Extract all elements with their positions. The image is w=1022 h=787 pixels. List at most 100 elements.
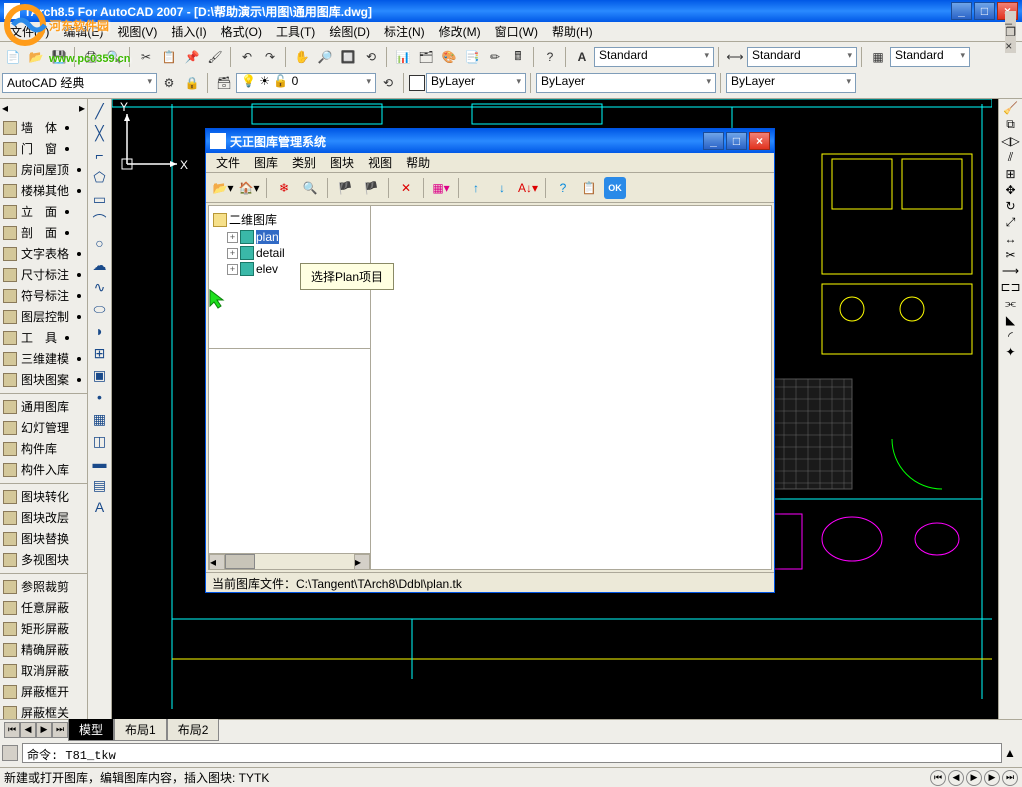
gradient-tool[interactable]: ◫ bbox=[90, 431, 110, 451]
dlg-menu-library[interactable]: 图库 bbox=[248, 152, 284, 173]
pline-tool[interactable]: ⌐ bbox=[90, 145, 110, 165]
panel-item[interactable]: 取消屏蔽 bbox=[0, 660, 87, 681]
dlg-help-button[interactable]: ? bbox=[552, 177, 574, 199]
dlg-menu-category[interactable]: 类别 bbox=[286, 152, 322, 173]
dlg-home-button[interactable]: 🏠▾ bbox=[238, 177, 260, 199]
nav-prev-button[interactable]: ◀ bbox=[948, 770, 964, 786]
menu-tools[interactable]: 工具(T) bbox=[270, 21, 321, 42]
panel-item[interactable]: 图层控制 bbox=[0, 306, 87, 327]
rotate-tool[interactable]: ↻ bbox=[1005, 199, 1015, 213]
tab-last-button[interactable]: ⏭ bbox=[52, 722, 68, 738]
polygon-tool[interactable]: ⬠ bbox=[90, 167, 110, 187]
point-tool[interactable]: • bbox=[90, 387, 110, 407]
dlg-menu-block[interactable]: 图块 bbox=[324, 152, 360, 173]
fillet-tool[interactable]: ◜ bbox=[1008, 329, 1013, 343]
dlg-menu-file[interactable]: 文件 bbox=[210, 152, 246, 173]
ellipsearc-tool[interactable]: ◗ bbox=[90, 321, 110, 341]
nav-play-button[interactable]: ▶ bbox=[966, 770, 982, 786]
panel-item[interactable]: 通用图库 bbox=[0, 396, 87, 417]
tree-item-detail[interactable]: + detail bbox=[213, 245, 366, 261]
panel-item[interactable]: 图块图案 bbox=[0, 369, 87, 390]
layer-dropdown[interactable]: 💡 ☀ 🔓 0 bbox=[236, 73, 376, 93]
sheetset-button[interactable]: 📑 bbox=[461, 46, 483, 68]
insert-tool[interactable]: ⊞ bbox=[90, 343, 110, 363]
array-tool[interactable]: ⊞ bbox=[1005, 167, 1015, 181]
dlg-sort-button[interactable]: A↓▾ bbox=[517, 177, 539, 199]
tree-root[interactable]: 二维图库 bbox=[213, 210, 366, 229]
tree-item-plan[interactable]: + plan bbox=[213, 229, 366, 245]
pan-button[interactable]: ✋ bbox=[291, 46, 313, 68]
nav-last-button[interactable]: ⏭ bbox=[1002, 770, 1018, 786]
linetype-dropdown[interactable]: ByLayer bbox=[536, 73, 716, 93]
nav-first-button[interactable]: ⏮ bbox=[930, 770, 946, 786]
dlg-flag1-button[interactable]: 🏴 bbox=[334, 177, 356, 199]
dialog-close-button[interactable]: × bbox=[749, 132, 770, 150]
table-tool[interactable]: ▤ bbox=[90, 475, 110, 495]
panel-item[interactable]: 立 面 bbox=[0, 201, 87, 222]
paste-button[interactable]: 📌 bbox=[181, 46, 203, 68]
tablestyle-btn[interactable]: ▦ bbox=[867, 46, 889, 68]
zoomwin-button[interactable]: 🔲 bbox=[337, 46, 359, 68]
toolpal-button[interactable]: 🎨 bbox=[438, 46, 460, 68]
dialog-minimize-button[interactable]: _ bbox=[703, 132, 724, 150]
menu-dimension[interactable]: 标注(N) bbox=[378, 21, 431, 42]
dimstyle-dropdown[interactable]: Standard bbox=[747, 47, 857, 67]
break-tool[interactable]: ⊏⊐ bbox=[1000, 280, 1020, 294]
expand-button[interactable]: + bbox=[227, 264, 238, 275]
dlg-up-button[interactable]: ↑ bbox=[465, 177, 487, 199]
dlg-grid-button[interactable]: ▦▾ bbox=[430, 177, 452, 199]
panel-item[interactable]: 多视图块 bbox=[0, 549, 87, 570]
explode-tool[interactable]: ✦ bbox=[1005, 345, 1015, 359]
trim-tool[interactable]: ✂ bbox=[1005, 248, 1015, 262]
panel-item[interactable]: 符号标注 bbox=[0, 285, 87, 306]
panel-item[interactable]: 任意屏蔽 bbox=[0, 597, 87, 618]
panel-item[interactable]: 墙 体 bbox=[0, 117, 87, 138]
help-button[interactable]: ? bbox=[539, 46, 561, 68]
calc-button[interactable]: 🖩 bbox=[507, 46, 529, 68]
tab-model[interactable]: 模型 bbox=[68, 719, 114, 741]
layerprev-button[interactable]: ⟲ bbox=[377, 72, 399, 94]
panel-item[interactable]: 屏蔽框开 bbox=[0, 681, 87, 702]
circle-tool[interactable]: ○ bbox=[90, 233, 110, 253]
print-button[interactable]: 🖨 bbox=[80, 46, 102, 68]
cut-button[interactable]: ✂ bbox=[135, 46, 157, 68]
ws-save-button[interactable]: 🔒 bbox=[181, 72, 203, 94]
undo-button[interactable]: ↶ bbox=[236, 46, 258, 68]
dlg-find-button[interactable]: 🔍 bbox=[299, 177, 321, 199]
dlg-menu-view[interactable]: 视图 bbox=[362, 152, 398, 173]
minimize-button[interactable]: _ bbox=[951, 2, 972, 20]
doc-close-button[interactable]: × bbox=[1005, 39, 1016, 53]
panel-item[interactable]: 房间屋顶 bbox=[0, 159, 87, 180]
spline-tool[interactable]: ∿ bbox=[90, 277, 110, 297]
dcenter-button[interactable]: 🗂 bbox=[415, 46, 437, 68]
panel-item[interactable]: 工 具 bbox=[0, 327, 87, 348]
menu-file[interactable]: 文件(F) bbox=[4, 21, 55, 42]
block-preview-pane[interactable] bbox=[371, 206, 771, 569]
menu-format[interactable]: 格式(O) bbox=[215, 21, 268, 42]
mtext-tool[interactable]: A bbox=[90, 497, 110, 517]
menu-help[interactable]: 帮助(H) bbox=[546, 21, 599, 42]
tab-prev-button[interactable]: ◀ bbox=[20, 722, 36, 738]
maximize-button[interactable]: □ bbox=[974, 2, 995, 20]
menu-edit[interactable]: 编辑(E) bbox=[57, 21, 109, 42]
scroll-thumb[interactable] bbox=[225, 554, 255, 569]
block-tool[interactable]: ▣ bbox=[90, 365, 110, 385]
scroll-right-button[interactable]: ▸ bbox=[354, 554, 370, 570]
markup-button[interactable]: ✏ bbox=[484, 46, 506, 68]
arc-tool[interactable]: ⌒ bbox=[90, 211, 110, 231]
panel-prev[interactable]: ◂ bbox=[2, 101, 8, 115]
menu-insert[interactable]: 插入(I) bbox=[165, 21, 212, 42]
dlg-down-button[interactable]: ↓ bbox=[491, 177, 513, 199]
copy-tool[interactable]: ⧉ bbox=[1006, 117, 1015, 132]
tree-scrollbar[interactable]: ◂ ▸ bbox=[209, 553, 370, 569]
dlg-menu-help[interactable]: 帮助 bbox=[400, 152, 436, 173]
panel-item[interactable]: 构件入库 bbox=[0, 459, 87, 480]
dimstyle-btn[interactable]: ⟷ bbox=[724, 46, 746, 68]
line-tool[interactable]: ╱ bbox=[90, 101, 110, 121]
copy-button[interactable]: 📋 bbox=[158, 46, 180, 68]
dlg-snow-button[interactable]: ❄ bbox=[273, 177, 295, 199]
mirror-tool[interactable]: ◁▷ bbox=[1001, 134, 1019, 148]
dialog-maximize-button[interactable]: □ bbox=[726, 132, 747, 150]
cmd-handle[interactable] bbox=[2, 745, 18, 761]
dlg-checkout-button[interactable]: 📋 bbox=[578, 177, 600, 199]
